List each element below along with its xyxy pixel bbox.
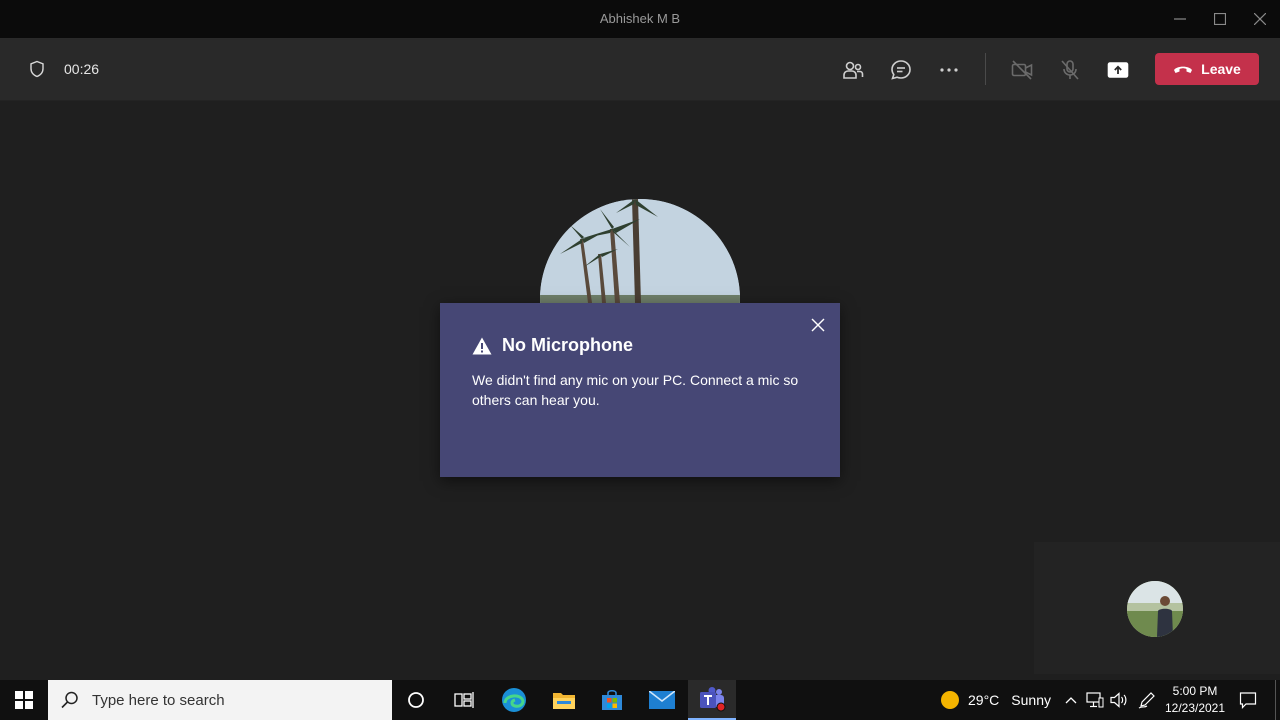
self-view-tile[interactable] <box>1034 542 1280 674</box>
mic-off-icon <box>1061 60 1079 80</box>
window-title: Abhishek M B <box>599 11 681 26</box>
store-button[interactable] <box>588 680 636 720</box>
dialog-message: We didn't find any mic on your PC. Conne… <box>472 372 799 408</box>
camera-toggle-button[interactable] <box>1006 54 1038 86</box>
phone-hangup-icon <box>1174 66 1193 73</box>
mail-icon <box>649 691 675 709</box>
more-icon <box>940 68 958 72</box>
pen-workspace-button[interactable] <box>1136 680 1158 720</box>
show-hidden-icons-button[interactable] <box>1062 680 1080 720</box>
mail-button[interactable] <box>638 680 686 720</box>
dialog-header: No Microphone <box>472 335 633 356</box>
task-view-icon <box>454 692 474 708</box>
show-desktop-button[interactable] <box>1275 680 1276 720</box>
file-explorer-button[interactable] <box>540 680 588 720</box>
edge-taskbar-button[interactable] <box>490 680 538 720</box>
more-actions-button[interactable] <box>933 54 965 86</box>
no-microphone-dialog: No Microphone We didn't find any mic on … <box>440 303 840 477</box>
minimize-button[interactable] <box>1160 0 1200 38</box>
store-icon <box>602 689 622 710</box>
volume-icon <box>1110 692 1127 708</box>
taskbar: Type here to search 29°C Sunny 5:00 PM 1… <box>0 680 1280 720</box>
network-button[interactable] <box>1084 680 1106 720</box>
clock-date: 12/23/2021 <box>1164 701 1226 715</box>
taskbar-clock[interactable]: 5:00 PM 12/23/2021 <box>1160 683 1230 717</box>
edge-icon <box>502 688 526 712</box>
pen-icon <box>1138 692 1155 709</box>
volume-button[interactable] <box>1108 680 1130 720</box>
share-screen-icon <box>1107 62 1129 78</box>
mic-toggle-button[interactable] <box>1054 54 1086 86</box>
search-placeholder: Type here to search <box>92 691 225 709</box>
search-icon <box>61 691 78 709</box>
leave-label: Leave <box>1201 61 1241 77</box>
notification-icon <box>1239 692 1257 709</box>
call-toolbar: 00:26 Leave <box>0 39 1280 101</box>
participants-button[interactable] <box>837 54 869 86</box>
weather-widget[interactable]: 29°C Sunny <box>940 690 1051 710</box>
file-explorer-icon <box>553 693 575 709</box>
weather-condition: Sunny <box>1011 692 1051 708</box>
maximize-button[interactable] <box>1200 0 1240 38</box>
call-timer: 00:26 <box>64 61 100 77</box>
action-center-button[interactable] <box>1234 680 1262 720</box>
title-bar: Abhishek M B <box>0 0 1280 39</box>
toolbar-divider <box>985 53 986 85</box>
self-avatar <box>1127 581 1183 637</box>
share-screen-button[interactable] <box>1102 54 1134 86</box>
network-icon <box>1086 692 1104 708</box>
windows-start-icon <box>15 691 33 709</box>
teams-icon <box>700 687 726 712</box>
close-icon[interactable] <box>810 317 826 333</box>
weather-temp: 29°C <box>968 692 1000 708</box>
start-button[interactable] <box>0 680 48 720</box>
close-window-button[interactable] <box>1240 0 1280 38</box>
teams-taskbar-button[interactable] <box>688 680 736 720</box>
cortana-icon <box>408 692 424 708</box>
sun-icon <box>941 691 959 709</box>
taskbar-search[interactable]: Type here to search <box>48 680 392 720</box>
dialog-title: No Microphone <box>502 335 633 355</box>
warning-icon <box>472 337 492 354</box>
camera-off-icon <box>1011 60 1033 80</box>
chevron-up-icon <box>1065 697 1077 704</box>
clock-time: 5:00 PM <box>1172 684 1218 698</box>
shield-icon <box>30 60 44 78</box>
chat-button[interactable] <box>885 54 917 86</box>
cortana-button[interactable] <box>392 680 440 720</box>
chat-icon <box>891 60 911 80</box>
people-icon <box>843 61 864 79</box>
task-view-button[interactable] <box>440 680 488 720</box>
leave-button[interactable]: Leave <box>1155 53 1259 85</box>
